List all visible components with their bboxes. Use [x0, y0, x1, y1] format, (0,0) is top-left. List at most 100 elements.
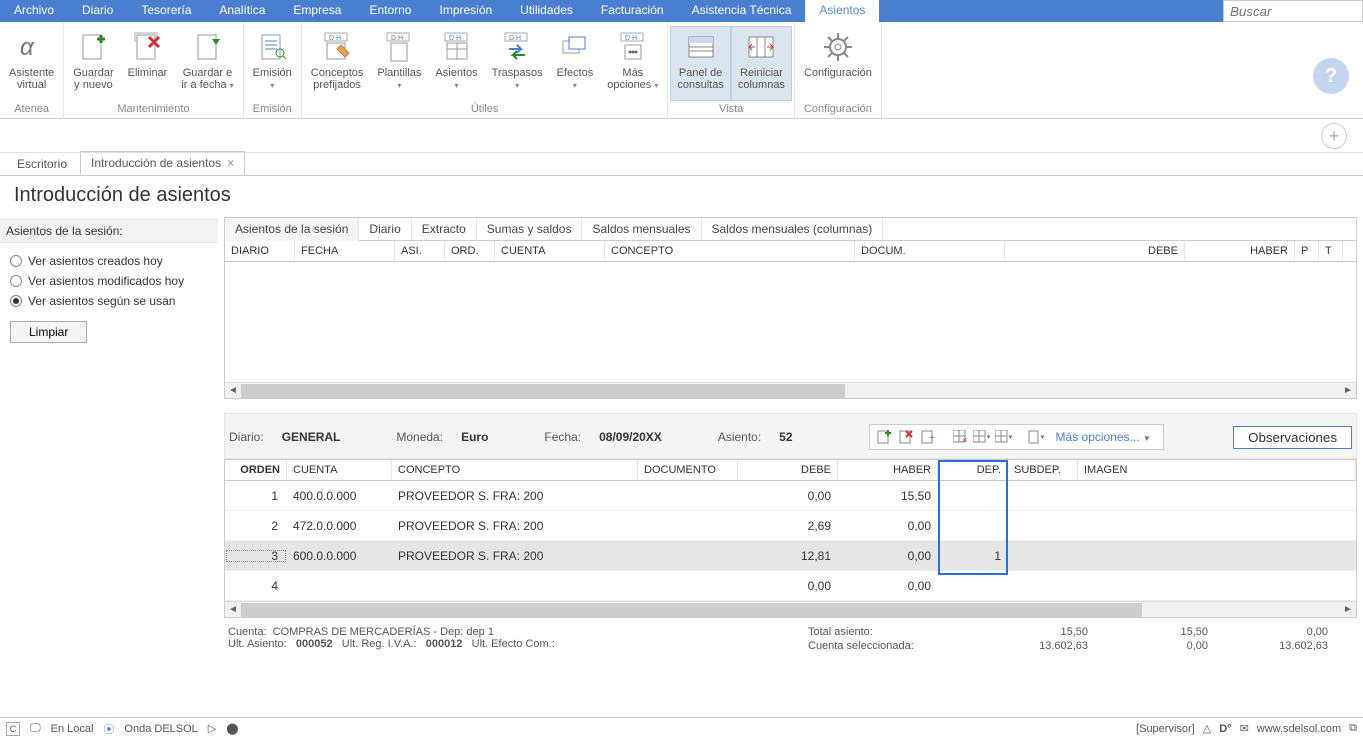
ribbon-guardar-e-button[interactable]: Guardar eir a fecha ▾: [174, 26, 240, 101]
tab-escritorio[interactable]: Escritorio: [6, 152, 78, 175]
cell-haber[interactable]: 0,00: [838, 519, 938, 533]
inner-tab-1[interactable]: Diario: [359, 218, 411, 240]
ribbon-reiniciar-button[interactable]: Reiniciarcolumnas: [731, 26, 792, 101]
help-icon[interactable]: ?: [1313, 58, 1349, 94]
session-grid-body[interactable]: [225, 262, 1356, 382]
col-concepto[interactable]: CONCEPTO: [392, 460, 638, 480]
cell-concepto[interactable]: PROVEEDOR S. FRA: 200: [392, 519, 638, 533]
cell-cuenta[interactable]: 600.0.0.000: [287, 549, 392, 563]
scroll-left-icon[interactable]: ◄: [225, 604, 241, 615]
inner-tab-0[interactable]: Asientos de la sesión: [225, 218, 359, 241]
scroll-right-icon[interactable]: ►: [1340, 385, 1356, 396]
menu-impresion[interactable]: Impresión: [425, 0, 506, 22]
col-debe[interactable]: DEBE: [738, 460, 838, 480]
cell-debe[interactable]: 12,81: [738, 549, 838, 563]
menu-archivo[interactable]: Archivo: [0, 0, 68, 22]
cell-orden[interactable]: 1: [225, 489, 287, 503]
cell-debe[interactable]: 2,69: [738, 519, 838, 533]
tool-grid-1-icon[interactable]: ▾: [972, 427, 992, 447]
cell-haber[interactable]: 15,50: [838, 489, 938, 503]
tool-doc-icon[interactable]: ▾: [1026, 427, 1046, 447]
add-tab-button[interactable]: +: [1321, 123, 1347, 149]
status-monitor-icon[interactable]: 🖵: [30, 722, 41, 735]
upper-col-debe[interactable]: DEBE: [1005, 241, 1185, 261]
col-orden[interactable]: ORDEN: [225, 460, 287, 480]
upper-col-p[interactable]: P: [1295, 241, 1319, 261]
search-input[interactable]: [1223, 0, 1363, 22]
cell-concepto[interactable]: PROVEEDOR S. FRA: 200: [392, 549, 638, 563]
tool-grid-2-icon[interactable]: ▾: [994, 427, 1014, 447]
menu-utilidades[interactable]: Utilidades: [506, 0, 587, 22]
menu-asistencia[interactable]: Asistencia Técnica: [678, 0, 806, 22]
ribbon-asientos-button[interactable]: D HAsientos ▾: [428, 26, 484, 101]
menu-entorno[interactable]: Entorno: [355, 0, 425, 22]
menu-diario[interactable]: Diario: [68, 0, 127, 22]
cell-cuenta[interactable]: 400.0.0.000: [287, 489, 392, 503]
ribbon-plantillas-button[interactable]: D HPlantillas ▾: [370, 26, 428, 101]
more-options-link[interactable]: Más opciones... ▼: [1048, 430, 1159, 444]
cell-cuenta[interactable]: 472.0.0.000: [287, 519, 392, 533]
tool-delete-icon[interactable]: [896, 427, 916, 447]
col-documento[interactable]: DOCUMENTO: [638, 460, 738, 480]
table-row[interactable]: 2 472.0.0.000 PROVEEDOR S. FRA: 200 2,69…: [225, 511, 1356, 541]
tool-add-icon[interactable]: +: [918, 427, 938, 447]
upper-col-haber[interactable]: HABER: [1185, 241, 1295, 261]
cell-orden[interactable]: 3: [225, 549, 287, 563]
upper-col-cuenta[interactable]: CUENTA: [495, 241, 605, 261]
radio-segun-usan[interactable]: Ver asientos según se usan: [10, 291, 208, 311]
col-dep[interactable]: DEP.: [938, 460, 1008, 480]
cell-dep[interactable]: 1: [938, 549, 1008, 563]
inner-tab-4[interactable]: Saldos mensuales: [582, 218, 701, 240]
cell-orden[interactable]: 2: [225, 519, 287, 533]
ribbon-conceptos-button[interactable]: D HConceptosprefijados: [304, 26, 371, 101]
upper-col-concepto[interactable]: CONCEPTO: [605, 241, 855, 261]
scroll-right-icon[interactable]: ►: [1340, 604, 1356, 615]
ribbon-configuraci-n-button[interactable]: Configuración: [797, 26, 879, 101]
cell-concepto[interactable]: PROVEEDOR S. FRA: 200: [392, 489, 638, 503]
upper-col-docum.[interactable]: DOCUM.: [855, 241, 1005, 261]
observaciones-button[interactable]: Observaciones: [1233, 426, 1352, 449]
cell-debe[interactable]: 0,00: [738, 489, 838, 503]
ribbon-efectos-button[interactable]: Efectos ▾: [550, 26, 601, 101]
cell-debe[interactable]: 0,00: [738, 579, 838, 593]
inner-tab-5[interactable]: Saldos mensuales (columnas): [702, 218, 884, 240]
status-c-icon[interactable]: C: [6, 722, 20, 736]
ribbon-emisi-n-button[interactable]: Emisión ▾: [246, 26, 299, 101]
col-subdep[interactable]: SUBDEP.: [1008, 460, 1078, 480]
menu-asientos[interactable]: Asientos: [805, 0, 879, 22]
menu-tesoreria[interactable]: Tesorería: [127, 0, 205, 22]
col-haber[interactable]: HABER: [838, 460, 938, 480]
ribbon-eliminar-button[interactable]: D HEliminar: [121, 26, 175, 101]
table-row[interactable]: 1 400.0.0.000 PROVEEDOR S. FRA: 200 0,00…: [225, 481, 1356, 511]
ribbon-traspasos-button[interactable]: D HTraspasos ▾: [485, 26, 550, 101]
scroll-left-icon[interactable]: ◄: [225, 385, 241, 396]
table-row[interactable]: 3 600.0.0.000 PROVEEDOR S. FRA: 200 12,8…: [225, 541, 1356, 571]
ribbon-m-s-button[interactable]: D HMásopciones ▾: [600, 26, 665, 101]
upper-col-fecha[interactable]: FECHA: [295, 241, 395, 261]
ribbon-guardar-button[interactable]: Guardary nuevo: [66, 26, 120, 101]
status-warning-icon[interactable]: △: [1203, 722, 1211, 735]
upper-col-diario[interactable]: DIARIO: [225, 241, 295, 261]
cell-haber[interactable]: 0,00: [838, 579, 938, 593]
inner-tab-3[interactable]: Sumas y saldos: [477, 218, 583, 240]
upper-col-asi.[interactable]: ASI.: [395, 241, 445, 261]
menu-empresa[interactable]: Empresa: [279, 0, 355, 22]
col-imagen[interactable]: IMAGEN: [1078, 460, 1356, 480]
tab-introduccion-asientos[interactable]: Introducción de asientos×: [80, 151, 245, 175]
upper-col-ord.[interactable]: ORD.: [445, 241, 495, 261]
status-window-icon[interactable]: ⧉: [1349, 722, 1357, 735]
tool-new-icon[interactable]: [874, 427, 894, 447]
cell-orden[interactable]: 4: [225, 579, 287, 593]
status-play-icon[interactable]: ▷: [208, 722, 216, 735]
inner-tab-2[interactable]: Extracto: [412, 218, 477, 240]
menu-facturacion[interactable]: Facturación: [587, 0, 678, 22]
ribbon-panel-de-button[interactable]: Panel deconsultas: [670, 26, 730, 101]
table-row[interactable]: 4 0,00 0,00: [225, 571, 1356, 601]
radio-modificados-hoy[interactable]: Ver asientos modificados hoy: [10, 271, 208, 291]
tool-grid-x-icon[interactable]: ×: [950, 427, 970, 447]
status-d-icon[interactable]: D°: [1219, 723, 1231, 735]
status-wifi-icon[interactable]: ⦿: [103, 721, 114, 737]
close-icon[interactable]: ×: [227, 156, 234, 170]
col-cuenta[interactable]: CUENTA: [287, 460, 392, 480]
clear-button[interactable]: Limpiar: [10, 321, 87, 343]
